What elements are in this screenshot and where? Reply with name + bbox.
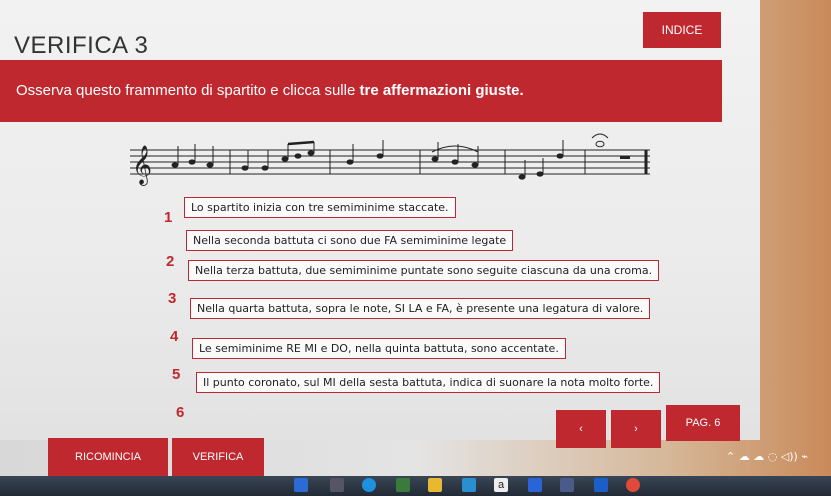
page-indicator: PAG. 6 (666, 405, 740, 441)
chevron-left-icon: ‹ (579, 423, 583, 435)
instruction-plain: Osserva questo frammento di spartito e c… (16, 82, 360, 99)
index-button[interactable]: INDICE (643, 12, 721, 48)
previous-page-button[interactable]: ‹ (556, 410, 606, 448)
instruction-text: Osserva questo frammento di spartito e c… (16, 82, 524, 99)
check-button[interactable]: VERIFICA (172, 438, 264, 476)
chrome-icon[interactable] (626, 478, 640, 492)
quiz-page: VERIFICA 3 INDICE Osserva questo frammen… (0, 0, 760, 448)
question-number-2: 2 (166, 253, 175, 270)
treble-clef-icon: 𝄞 (132, 145, 152, 186)
question-number-6: 6 (176, 404, 185, 421)
answer-option-3[interactable]: Nella terza battuta, due semiminime punt… (188, 260, 660, 281)
answer-option-4[interactable]: Nella quarta battuta, sopra le note, SI … (190, 298, 651, 319)
answer-option-5[interactable]: Le semiminime RE MI e DO, nella quinta b… (192, 338, 566, 359)
instruction-bold: tre affermazioni giuste. (359, 82, 524, 99)
teams-icon[interactable] (294, 478, 308, 492)
dropbox-icon[interactable] (528, 478, 542, 492)
next-page-button[interactable]: › (611, 410, 661, 448)
music-score: 𝄞 (130, 133, 650, 186)
mail-icon[interactable] (462, 478, 476, 492)
amazon-icon[interactable]: a (494, 478, 508, 492)
question-number-5: 5 (172, 366, 181, 383)
outlook-icon[interactable] (594, 478, 608, 492)
edge-browser-icon[interactable] (362, 478, 376, 492)
taskbar (0, 476, 831, 496)
restart-button[interactable]: RICOMINCIA (48, 438, 168, 476)
answer-option-6[interactable]: Il punto coronato, sul MI della sesta ba… (196, 372, 661, 393)
answer-option-1[interactable]: Lo spartito inizia con tre semiminime st… (184, 197, 456, 218)
file-explorer-icon[interactable] (428, 478, 442, 492)
system-tray[interactable]: ⌃ ☁ ☁ ◌ ◁)) ⌁ (726, 450, 808, 463)
app-icon[interactable] (560, 478, 574, 492)
question-number-3: 3 (168, 290, 177, 307)
calculator-icon[interactable] (396, 478, 410, 492)
instruction-banner: Osserva questo frammento di spartito e c… (0, 60, 722, 122)
page-title: VERIFICA 3 (14, 32, 149, 59)
question-number-1: 1 (164, 209, 173, 226)
camera-icon[interactable] (330, 478, 344, 492)
answer-option-2[interactable]: Nella seconda battuta ci sono due FA sem… (186, 230, 514, 251)
question-number-4: 4 (170, 328, 179, 345)
chevron-right-icon: › (634, 423, 638, 435)
